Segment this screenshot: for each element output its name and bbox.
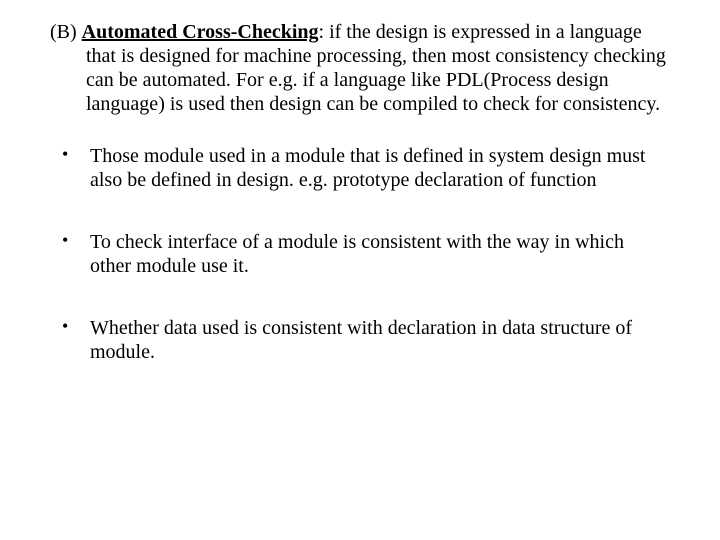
section-label: (B) xyxy=(50,21,82,43)
list-item: • Whether data used is consistent with d… xyxy=(50,316,670,364)
bullet-text: Whether data used is consistent with dec… xyxy=(90,316,670,364)
bullet-icon: • xyxy=(62,316,90,364)
bullet-text: To check interface of a module is consis… xyxy=(90,230,670,278)
list-item: • To check interface of a module is cons… xyxy=(50,230,670,278)
bullet-text: Those module used in a module that is de… xyxy=(90,144,670,192)
bullet-icon: • xyxy=(62,230,90,278)
bullet-icon: • xyxy=(62,144,90,192)
list-item: • Those module used in a module that is … xyxy=(50,144,670,192)
section-heading: Automated Cross-Checking xyxy=(82,21,319,43)
section-b-paragraph: (B) Automated Cross-Checking: if the des… xyxy=(50,20,670,116)
